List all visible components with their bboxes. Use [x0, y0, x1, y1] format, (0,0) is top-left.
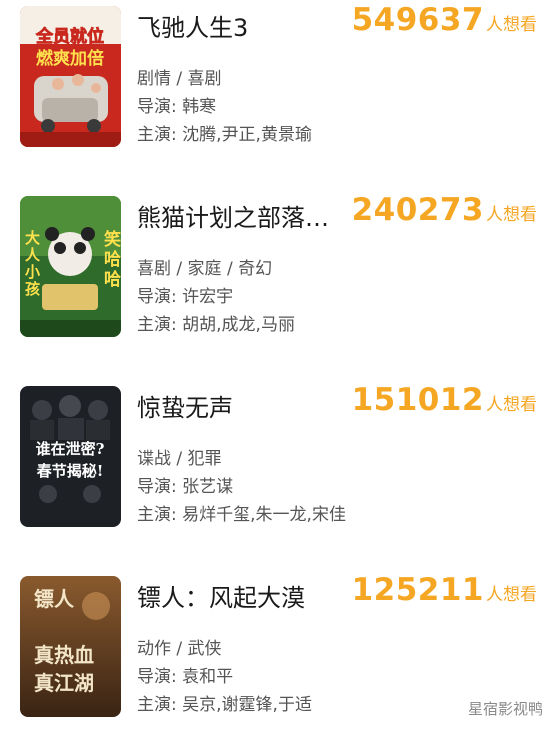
- movie-cast-2: 主演: 胡胡,成龙,马丽: [137, 315, 295, 335]
- movie-director-3: 导演: 张艺谋: [137, 477, 234, 497]
- poster-text-2b: 笑哈哈: [100, 229, 121, 290]
- movie-genre-3: 谍战 / 犯罪: [137, 449, 222, 469]
- want-count-4: 125211 人想看: [352, 572, 537, 608]
- movie-item-1[interactable]: 全员就位 燃爽加倍 飞驰人生3 549637 人想看 剧情 / 喜剧 导演: 韩寒…: [0, 0, 553, 160]
- movie-poster-4[interactable]: 镖人 真热血 真江湖: [20, 576, 121, 717]
- movie-item-2[interactable]: 大人小孩 笑哈哈 熊猫计划之部落… 240273 人想看 喜剧 / 家庭 / 奇幻…: [0, 190, 553, 350]
- movie-director-1: 导演: 韩寒: [137, 97, 217, 117]
- poster-text-2a: 大人小孩: [23, 229, 41, 298]
- poster-text-3b: 春节揭秘!: [37, 462, 104, 480]
- movie-cast-1: 主演: 沈腾,尹正,黄景瑜: [137, 125, 312, 145]
- movie-cast-3: 主演: 易烊千玺,朱一龙,宋佳: [137, 505, 346, 525]
- poster-text-4a: 镖人: [34, 587, 75, 611]
- movie-cast-4: 主演: 吴京,谢霆锋,于适: [137, 695, 312, 715]
- movie-poster-1[interactable]: 全员就位 燃爽加倍: [20, 6, 121, 147]
- want-count-number: 125211: [351, 572, 484, 608]
- movie-genre-4: 动作 / 武侠: [137, 639, 222, 659]
- want-count-unit: 人想看: [486, 395, 537, 415]
- want-count-unit: 人想看: [486, 15, 537, 35]
- movie-title-2[interactable]: 熊猫计划之部落…: [137, 198, 329, 233]
- want-count-number: 549637: [351, 2, 484, 38]
- want-count-unit: 人想看: [486, 205, 537, 225]
- watermark: 星宿影视鸭: [467, 700, 543, 718]
- movie-poster-2[interactable]: 大人小孩 笑哈哈: [20, 196, 121, 337]
- want-count-2: 240273 人想看: [352, 192, 537, 228]
- poster-text-1a: 全员就位: [35, 26, 104, 47]
- movie-genre-1: 剧情 / 喜剧: [137, 69, 222, 89]
- movie-poster-3[interactable]: 谁在泄密? 春节揭秘!: [20, 386, 121, 527]
- movie-director-2: 导演: 许宏宇: [137, 287, 234, 307]
- movie-title-3[interactable]: 惊蛰无声: [137, 388, 233, 423]
- want-count-unit: 人想看: [486, 585, 537, 605]
- movie-director-4: 导演: 袁和平: [137, 667, 234, 687]
- want-count-3: 151012 人想看: [352, 382, 537, 418]
- want-count-1: 549637 人想看: [352, 2, 537, 38]
- want-count-number: 240273: [351, 192, 484, 228]
- poster-text-3a: 谁在泄密?: [36, 440, 105, 458]
- movie-item-3[interactable]: 谁在泄密? 春节揭秘! 惊蛰无声 151012 人想看 谍战 / 犯罪 导演: 张…: [0, 380, 553, 540]
- movie-genre-2: 喜剧 / 家庭 / 奇幻: [137, 259, 273, 279]
- poster-text-4b: 真热血: [34, 643, 94, 667]
- poster-text-1b: 燃爽加倍: [36, 48, 104, 69]
- movie-title-1[interactable]: 飞驰人生3: [137, 8, 248, 43]
- movie-title-4[interactable]: 镖人：风起大漠: [137, 578, 305, 613]
- poster-text-4c: 真江湖: [34, 671, 94, 695]
- want-count-number: 151012: [351, 382, 484, 418]
